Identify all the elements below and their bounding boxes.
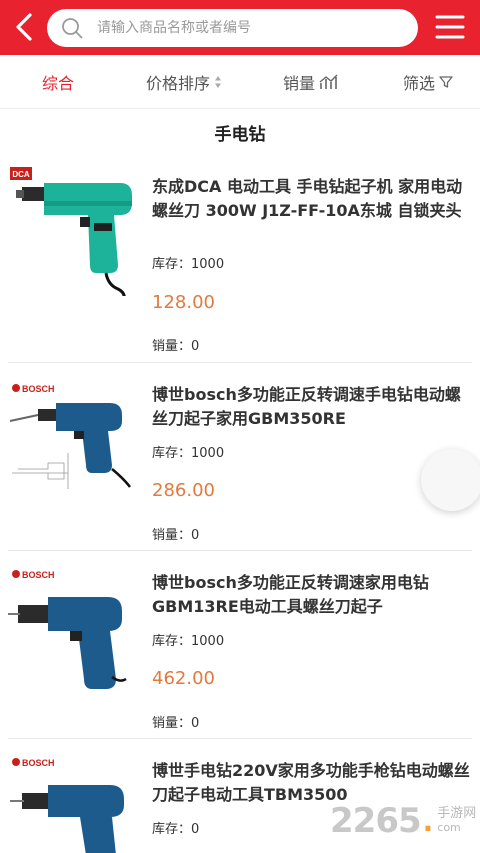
bosch-logo-icon — [12, 570, 20, 578]
product-name[interactable]: 博世bosch多功能正反转调速家用电钻GBM13RE电动工具螺丝刀起子 — [152, 571, 474, 619]
bosch-logo-icon — [12, 384, 20, 392]
sort-tab-label: 筛选 — [403, 74, 436, 93]
product-sales: 销量：0 — [152, 716, 200, 731]
product-item[interactable]: DCA 东成DCA 电动工具 手电钻起子机 家用电动螺丝刀 300W J1Z-F… — [0, 155, 480, 363]
site-watermark: 2265 . 手游网 com — [330, 798, 476, 844]
search-input[interactable] — [97, 9, 397, 47]
top-bar — [0, 0, 480, 55]
product-name[interactable]: 东成DCA 电动工具 手电钻起子机 家用电动螺丝刀 300W J1Z-FF-10… — [152, 175, 474, 223]
product-name[interactable]: 博世bosch多功能正反转调速手电钻电动螺丝刀起子家用GBM350RE — [152, 383, 474, 431]
back-arrow-icon — [16, 13, 32, 41]
bosch-logo-text: BOSCH — [22, 384, 55, 394]
product-stock: 库存：1000 — [152, 257, 225, 272]
watermark-dot: . — [422, 804, 434, 838]
product-price: 286.00 — [152, 480, 215, 501]
watermark-number: 2265 — [330, 801, 422, 841]
sort-tab-label: 价格排序 — [146, 74, 211, 93]
bosch-logo-icon — [12, 758, 20, 766]
product-price: 462.00 — [152, 668, 215, 689]
sort-tab-label: 综合 — [42, 74, 75, 93]
watermark-site: 手游网 — [437, 806, 477, 821]
product-item[interactable]: BOSCH 博世bosch多功能正反转调速家用电钻GBM13RE电动工具螺丝刀起… — [0, 551, 480, 739]
search-box[interactable] — [47, 9, 418, 47]
sort-updown-icon — [215, 76, 222, 88]
sales-trend-icon — [319, 74, 338, 89]
product-image[interactable]: DCA — [8, 161, 143, 296]
back-button[interactable] — [8, 8, 40, 46]
product-sales: 销量：0 — [152, 339, 200, 354]
category-title: 手电钻 — [214, 124, 266, 145]
product-image[interactable]: BOSCH — [8, 369, 143, 504]
bosch-logo-text: BOSCH — [22, 758, 55, 768]
bosch-logo-text: BOSCH — [22, 570, 55, 580]
filter-funnel-icon — [439, 76, 453, 88]
menu-icon — [435, 15, 465, 39]
product-stock: 库存：1000 — [152, 446, 225, 461]
sort-tab-filter[interactable]: 筛选 — [403, 55, 453, 109]
product-price: 128.00 — [152, 292, 215, 313]
sort-tab-sales[interactable]: 销量 — [283, 55, 339, 109]
sort-bar: 综合 价格排序 销量 筛选 — [0, 55, 480, 109]
product-item[interactable]: BOSCH 博世bosch多功能正反转调速手电钻电动螺丝刀起子家用GBM350R… — [0, 363, 480, 551]
product-stock: 库存：1000 — [152, 634, 225, 649]
product-image[interactable]: BOSCH — [8, 557, 143, 692]
product-sales: 销量：0 — [152, 528, 200, 543]
watermark-domain: com — [437, 821, 461, 834]
search-icon — [62, 18, 83, 39]
sort-tab-comprehensive[interactable]: 综合 — [42, 55, 74, 109]
dca-logo-text: DCA — [12, 170, 30, 179]
floating-button[interactable] — [421, 449, 480, 511]
product-stock: 库存：0 — [152, 822, 200, 837]
sort-tab-label: 销量 — [283, 74, 316, 93]
product-image[interactable]: BOSCH — [8, 745, 143, 853]
sort-tab-price[interactable]: 价格排序 — [146, 55, 222, 109]
menu-button[interactable] — [434, 12, 466, 42]
